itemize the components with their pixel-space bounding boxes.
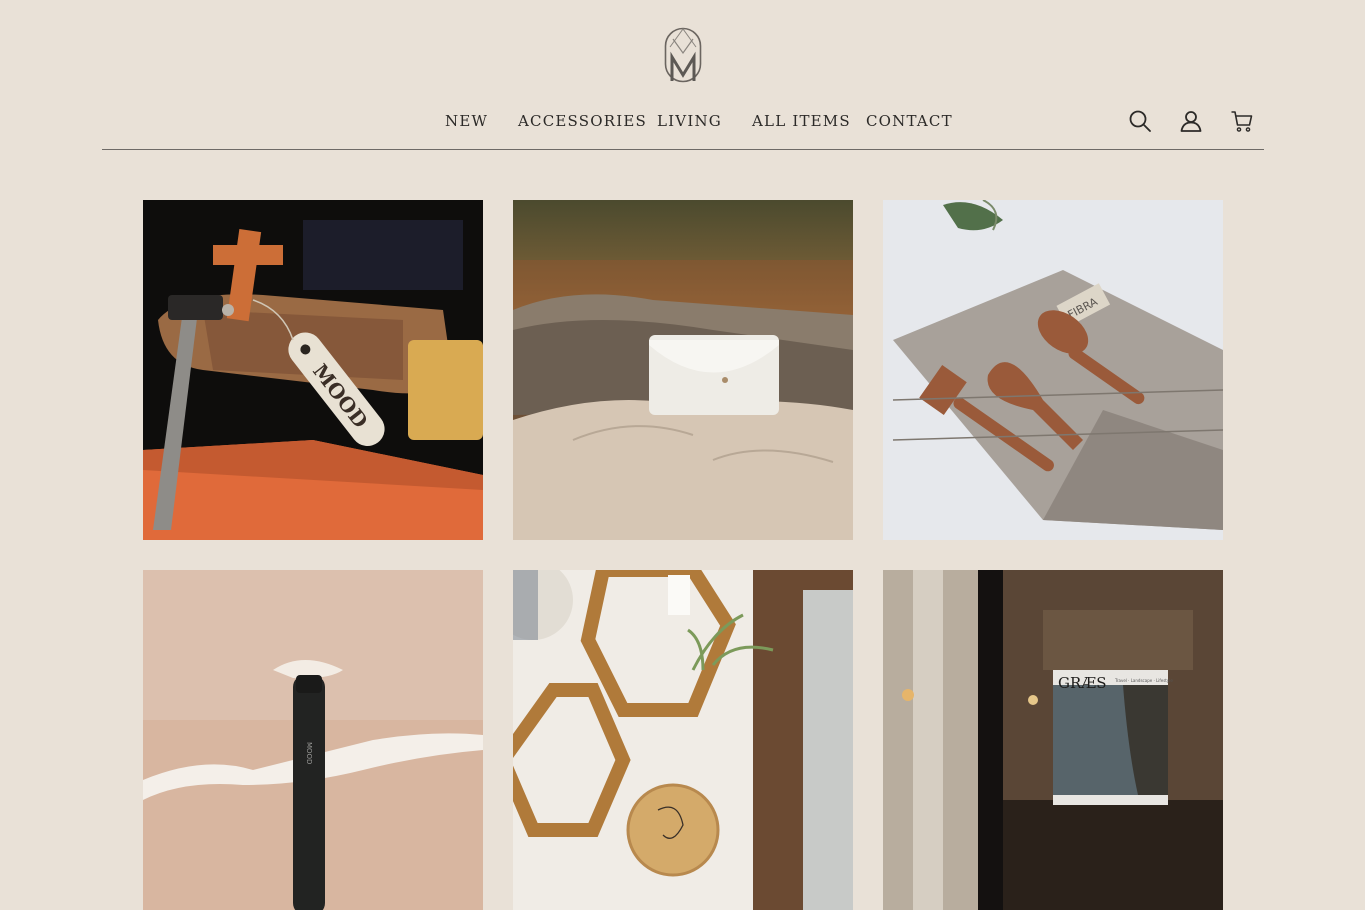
m-monogram-logo-icon: [664, 27, 702, 83]
product-card-water-bottle[interactable]: MOOD: [143, 570, 483, 910]
book-title: GRÆS: [1058, 674, 1107, 692]
product-image-cutlery-set: FIBRA: [883, 200, 1223, 540]
cart-icon: [1231, 111, 1253, 132]
nav-item-contact[interactable]: CONTACT: [866, 112, 953, 130]
product-card-graes-book[interactable]: GRÆS Travel · Landscape · Lifestyle: [883, 570, 1223, 910]
product-card-hide-pouch[interactable]: [513, 200, 853, 540]
cart-button[interactable]: [1230, 109, 1254, 133]
product-image-hexagon-shelves: [513, 570, 853, 910]
user-icon: [1180, 111, 1202, 132]
product-card-cutlery-set[interactable]: FIBRA: [883, 200, 1223, 540]
product-card-hexagon-shelves[interactable]: [513, 570, 853, 910]
nav-item-living[interactable]: LIVING: [657, 112, 722, 130]
book-subtitle: Travel · Landscape · Lifestyle: [1114, 678, 1173, 683]
product-card-leather-pouch[interactable]: MOOD: [143, 200, 483, 540]
search-button[interactable]: [1128, 109, 1152, 133]
product-image-leather-pouch: MOOD: [143, 200, 483, 540]
nav-item-all-items[interactable]: ALL ITEMS: [752, 112, 851, 130]
bottle-text: MOOD: [305, 742, 313, 764]
site-header: NEW ACCESSORIES LIVING ALL ITEMS CONTACT: [0, 0, 1365, 150]
brand-logo[interactable]: [664, 27, 702, 83]
nav-item-accessories[interactable]: ACCESSORIES: [518, 112, 647, 130]
product-image-hide-pouch: [513, 200, 853, 540]
search-icon: [1129, 110, 1151, 132]
product-image-graes-book: GRÆS Travel · Landscape · Lifestyle: [883, 570, 1223, 910]
nav-item-new[interactable]: NEW: [445, 112, 488, 130]
header-divider: [102, 149, 1264, 150]
account-button[interactable]: [1179, 109, 1203, 133]
main-nav: NEW ACCESSORIES LIVING ALL ITEMS CONTACT: [0, 112, 1365, 132]
product-image-water-bottle: MOOD: [143, 570, 483, 910]
